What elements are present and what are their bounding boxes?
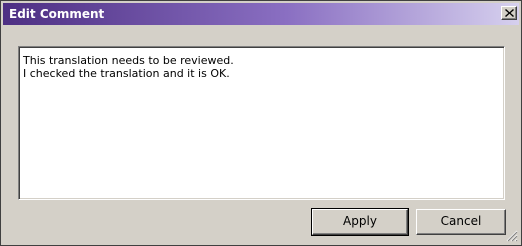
title-bar[interactable]: Edit Comment	[3, 3, 519, 25]
cancel-button[interactable]: Cancel	[416, 209, 506, 235]
comment-line: This translation needs to be reviewed.	[23, 54, 234, 67]
close-icon	[505, 9, 514, 17]
dialog-title: Edit Comment	[9, 7, 105, 21]
resize-grip-icon[interactable]	[506, 230, 518, 242]
comment-line: I checked the translation and it is OK.	[23, 67, 230, 80]
comment-text-area[interactable]: This translation needs to be reviewed. I…	[18, 46, 505, 200]
close-button[interactable]	[501, 6, 517, 20]
edit-comment-dialog: Edit Comment This translation needs to b…	[0, 0, 522, 246]
apply-button[interactable]: Apply	[311, 208, 409, 236]
